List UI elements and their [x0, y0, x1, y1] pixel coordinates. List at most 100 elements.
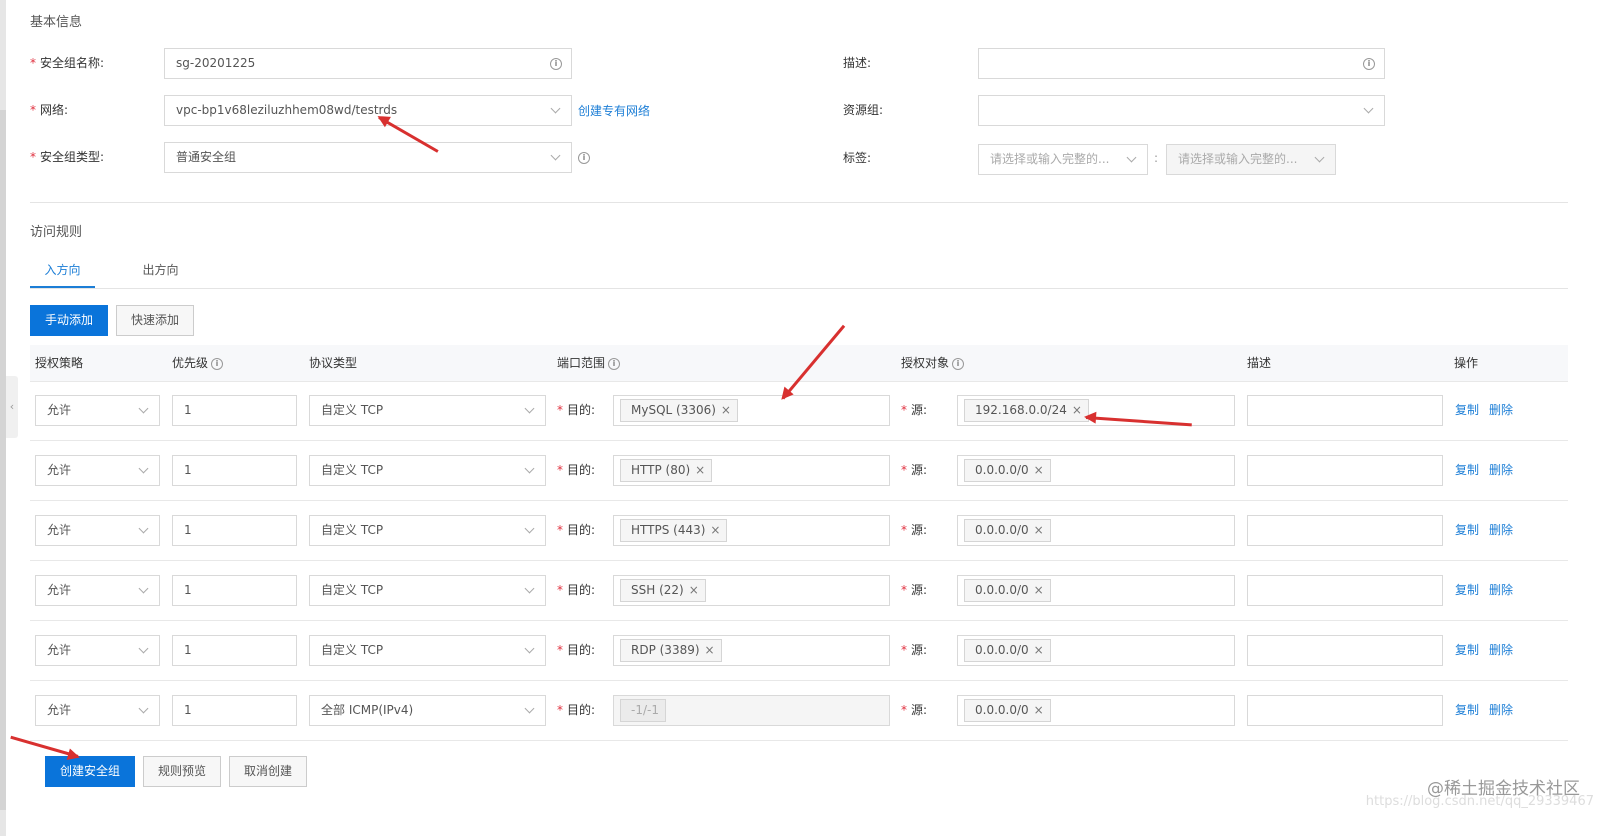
close-icon[interactable]: × [1034, 703, 1044, 717]
source-input[interactable]: 0.0.0.0/0 × [957, 575, 1235, 606]
tag-key-select[interactable]: 请选择或输入完整的... [978, 144, 1148, 175]
priority-input[interactable]: 1 [172, 635, 297, 666]
rule-desc-input[interactable] [1247, 515, 1443, 546]
close-icon[interactable]: × [689, 583, 699, 597]
rule-desc-input[interactable] [1247, 575, 1443, 606]
port-tag[interactable]: MySQL (3306) × [620, 399, 738, 422]
protocol-select[interactable]: 自定义 TCP [309, 395, 546, 426]
rule-preview-button[interactable]: 规则预览 [143, 756, 221, 787]
source-input[interactable]: 0.0.0.0/0 × [957, 515, 1235, 546]
priority-input[interactable]: 1 [172, 395, 297, 426]
rule-desc-input[interactable] [1247, 395, 1443, 426]
delete-rule-link[interactable]: 删除 [1489, 703, 1513, 717]
source-tag[interactable]: 0.0.0.0/0 × [964, 579, 1051, 602]
delete-rule-link[interactable]: 删除 [1489, 523, 1513, 537]
source-tag[interactable]: 0.0.0.0/0 × [964, 699, 1051, 722]
port-range-input[interactable]: SSH (22) × [613, 575, 890, 606]
info-circle-icon: i [550, 58, 562, 70]
policy-select[interactable]: 允许 [35, 455, 160, 486]
policy-select[interactable]: 允许 [35, 695, 160, 726]
priority-input[interactable]: 1 [172, 695, 297, 726]
source-input[interactable]: 192.168.0.0/24 × [957, 395, 1235, 426]
port-tag[interactable]: HTTP (80) × [620, 459, 713, 482]
port-range-input[interactable]: HTTPS (443) × [613, 515, 890, 546]
close-icon[interactable]: × [721, 403, 731, 417]
scrollbar-thumb[interactable] [0, 110, 6, 810]
dest-label: * 目的: [557, 703, 596, 717]
priority-input[interactable]: 1 [172, 575, 297, 606]
desc-input[interactable]: i [978, 48, 1385, 79]
copy-rule-link[interactable]: 复制 [1455, 523, 1479, 537]
tab-outbound[interactable]: 出方向 [128, 256, 193, 288]
source-input[interactable]: 0.0.0.0/0 × [957, 455, 1235, 486]
copy-rule-link[interactable]: 复制 [1455, 643, 1479, 657]
port-range-input[interactable]: HTTP (80) × [613, 455, 890, 486]
source-input[interactable]: 0.0.0.0/0 × [957, 695, 1235, 726]
source-tag[interactable]: 0.0.0.0/0 × [964, 639, 1051, 662]
source-tag[interactable]: 0.0.0.0/0 × [964, 459, 1051, 482]
delete-rule-link[interactable]: 删除 [1489, 463, 1513, 477]
col-actions: 操作 [1454, 356, 1479, 370]
chevron-down-icon [524, 463, 535, 474]
protocol-select[interactable]: 自定义 TCP [309, 635, 546, 666]
priority-input[interactable]: 1 [172, 515, 297, 546]
protocol-select[interactable]: 全部 ICMP(IPv4) [309, 695, 546, 726]
copy-rule-link[interactable]: 复制 [1455, 463, 1479, 477]
copy-rule-link[interactable]: 复制 [1455, 583, 1479, 597]
rule-desc-input[interactable] [1247, 635, 1443, 666]
policy-select[interactable]: 允许 [35, 635, 160, 666]
close-icon[interactable]: × [1072, 403, 1082, 417]
source-tag[interactable]: 0.0.0.0/0 × [964, 519, 1051, 542]
close-icon[interactable]: × [705, 643, 715, 657]
source-input[interactable]: 0.0.0.0/0 × [957, 635, 1235, 666]
delete-rule-link[interactable]: 删除 [1489, 583, 1513, 597]
protocol-select[interactable]: 自定义 TCP [309, 515, 546, 546]
close-icon[interactable]: × [1034, 643, 1044, 657]
delete-rule-link[interactable]: 删除 [1489, 403, 1513, 417]
port-range-input[interactable]: MySQL (3306) × [613, 395, 890, 426]
create-sg-button[interactable]: 创建安全组 [45, 756, 135, 787]
manual-add-button[interactable]: 手动添加 [30, 305, 108, 336]
port-tag[interactable]: RDP (3389) × [620, 639, 722, 662]
close-icon[interactable]: × [1034, 583, 1044, 597]
protocol-select[interactable]: 自定义 TCP [309, 575, 546, 606]
port-tag[interactable]: SSH (22) × [620, 579, 706, 602]
sg-name-input[interactable]: sg-20201225 i [164, 48, 572, 79]
protocol-select[interactable]: 自定义 TCP [309, 455, 546, 486]
network-select[interactable]: vpc-bp1v68leziluzhhem08wd/testrds [164, 95, 572, 126]
priority-input[interactable]: 1 [172, 455, 297, 486]
delete-rule-link[interactable]: 删除 [1489, 643, 1513, 657]
chevron-down-icon [550, 150, 561, 161]
info-circle-icon: i [211, 357, 224, 370]
source-tag[interactable]: 192.168.0.0/24 × [964, 399, 1089, 422]
required-mark: * [557, 463, 563, 477]
port-range-input[interactable]: RDP (3389) × [613, 635, 890, 666]
rule-desc-input[interactable] [1247, 695, 1443, 726]
quick-add-button[interactable]: 快速添加 [116, 305, 194, 336]
sg-type-select[interactable]: 普通安全组 [164, 142, 572, 173]
close-icon[interactable]: × [1034, 463, 1044, 477]
basic-info-title: 基本信息 [30, 15, 83, 30]
copy-rule-link[interactable]: 复制 [1455, 403, 1479, 417]
source-label: * 源: [901, 463, 928, 477]
col-auth-object: 授权对象 i [901, 345, 965, 382]
rule-desc-input[interactable] [1247, 455, 1443, 486]
resource-group-select[interactable] [978, 95, 1385, 126]
close-icon[interactable]: × [710, 523, 720, 537]
copy-rule-link[interactable]: 复制 [1455, 703, 1479, 717]
section-divider [30, 202, 1568, 203]
create-vpc-link[interactable]: 创建专有网络 [578, 102, 650, 119]
cancel-create-button[interactable]: 取消创建 [229, 756, 307, 787]
port-range-input[interactable]: -1/-1 [613, 695, 890, 726]
tag-value-select[interactable]: 请选择或输入完整的... [1166, 144, 1336, 175]
chevron-down-icon [524, 643, 535, 654]
port-tag[interactable]: HTTPS (443) × [620, 519, 728, 542]
policy-select[interactable]: 允许 [35, 515, 160, 546]
sg-type-help[interactable]: i [578, 150, 590, 164]
tab-inbound[interactable]: 入方向 [30, 256, 95, 288]
close-icon[interactable]: × [1034, 523, 1044, 537]
policy-select[interactable]: 允许 [35, 575, 160, 606]
policy-select[interactable]: 允许 [35, 395, 160, 426]
close-icon[interactable]: × [695, 463, 705, 477]
side-collapse-tab[interactable]: ‹ [6, 376, 18, 438]
